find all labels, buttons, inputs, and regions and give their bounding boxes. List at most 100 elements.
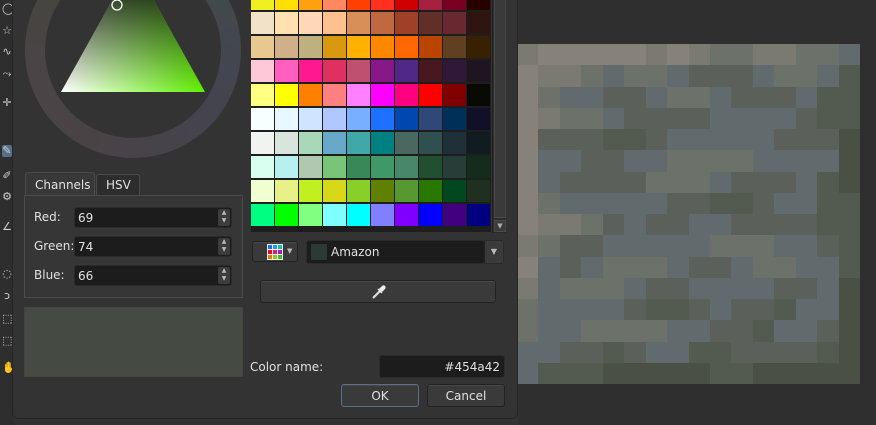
- palette-swatch[interactable]: [275, 84, 298, 106]
- palette-swatch[interactable]: [467, 36, 490, 58]
- palette-swatch[interactable]: [419, 204, 442, 226]
- palette-swatch[interactable]: [443, 180, 466, 202]
- scrollbar-thumb[interactable]: [494, 0, 506, 218]
- palette-swatch[interactable]: [467, 180, 490, 202]
- palette-swatch[interactable]: [467, 108, 490, 130]
- palette-swatch[interactable]: [299, 12, 322, 34]
- palette-swatch[interactable]: [275, 12, 298, 34]
- color-name-input[interactable]: #454a42: [379, 355, 505, 378]
- freehand-select-icon[interactable]: ↄ: [2, 290, 12, 302]
- palette-swatch[interactable]: [299, 132, 322, 154]
- tab-channels[interactable]: Channels: [25, 172, 95, 195]
- tab-hsv[interactable]: HSV: [96, 174, 140, 195]
- palette-swatch[interactable]: [443, 0, 466, 10]
- palette-swatch[interactable]: [323, 204, 346, 226]
- blue-spinbox[interactable]: 66 ▲ ▼: [74, 265, 232, 286]
- palette-swatch[interactable]: [419, 60, 442, 82]
- palette-swatch[interactable]: [443, 84, 466, 106]
- palette-swatch[interactable]: [371, 156, 394, 178]
- palette-swatch[interactable]: [323, 180, 346, 202]
- palette-swatch[interactable]: [251, 36, 274, 58]
- palette-swatch[interactable]: [275, 204, 298, 226]
- palette-swatch[interactable]: [275, 156, 298, 178]
- palette-swatch[interactable]: [371, 108, 394, 130]
- palette-swatch[interactable]: [275, 108, 298, 130]
- palette-swatch[interactable]: [251, 0, 274, 10]
- spin-arrows-icon[interactable]: ▲ ▼: [218, 267, 230, 284]
- spin-arrows-icon[interactable]: ▲ ▼: [218, 209, 230, 226]
- palette-color-combo[interactable]: Amazon ▼: [306, 240, 504, 264]
- palette-swatch[interactable]: [371, 36, 394, 58]
- contiguous-select-icon[interactable]: ⬚: [2, 313, 12, 325]
- palette-swatch[interactable]: [371, 60, 394, 82]
- palette-swatch[interactable]: [251, 204, 274, 226]
- palette-swatch[interactable]: [395, 156, 418, 178]
- palette-swatch[interactable]: [395, 204, 418, 226]
- palette-swatch[interactable]: [419, 0, 442, 10]
- palette-swatch[interactable]: [275, 60, 298, 82]
- palette-swatch[interactable]: [299, 108, 322, 130]
- palette-swatch[interactable]: [467, 84, 490, 106]
- canvas-image[interactable]: [517, 44, 860, 384]
- palette-swatch[interactable]: [467, 60, 490, 82]
- palette-swatch[interactable]: [347, 36, 370, 58]
- palette-swatch[interactable]: [395, 180, 418, 202]
- palette-swatch[interactable]: [443, 36, 466, 58]
- saturation-value-triangle[interactable]: [0, 0, 250, 110]
- ok-button[interactable]: OK: [341, 384, 419, 407]
- spin-arrows-icon[interactable]: ▲ ▼: [218, 238, 230, 255]
- palette-swatch[interactable]: [347, 12, 370, 34]
- palette-swatch[interactable]: [323, 60, 346, 82]
- palette-swatch[interactable]: [371, 180, 394, 202]
- palette-swatch[interactable]: [395, 132, 418, 154]
- palette-swatch[interactable]: [323, 132, 346, 154]
- palette-swatch[interactable]: [251, 12, 274, 34]
- palette-swatch[interactable]: [395, 36, 418, 58]
- palette-swatch[interactable]: [395, 0, 418, 10]
- palette-swatch[interactable]: [467, 204, 490, 226]
- palette-swatch[interactable]: [395, 12, 418, 34]
- palette-swatch[interactable]: [347, 84, 370, 106]
- palette-swatch[interactable]: [347, 132, 370, 154]
- pan-tool-icon[interactable]: ✋: [2, 362, 16, 374]
- palette-swatch[interactable]: [275, 36, 298, 58]
- palette-swatch[interactable]: [251, 108, 274, 130]
- palette-swatch[interactable]: [443, 156, 466, 178]
- palette-swatch[interactable]: [275, 180, 298, 202]
- palette-swatch[interactable]: [443, 132, 466, 154]
- palette-chooser-button[interactable]: ▼: [252, 241, 298, 262]
- palette-swatch[interactable]: [419, 108, 442, 130]
- palette-swatch[interactable]: [347, 0, 370, 10]
- palette-swatch[interactable]: [251, 84, 274, 106]
- palette-swatch[interactable]: [467, 132, 490, 154]
- palette-swatch[interactable]: [371, 12, 394, 34]
- chevron-down-icon[interactable]: ▼: [484, 241, 503, 263]
- measure-tool-icon[interactable]: ∠: [2, 221, 12, 233]
- color-picker-tool-icon[interactable]: ⚙: [2, 191, 12, 203]
- palette-swatch[interactable]: [299, 0, 322, 10]
- palette-swatch[interactable]: [299, 36, 322, 58]
- palette-swatch[interactable]: [347, 60, 370, 82]
- palette-swatch[interactable]: [467, 12, 490, 34]
- palette-swatch[interactable]: [371, 132, 394, 154]
- palette-swatch[interactable]: [323, 12, 346, 34]
- palette-swatch[interactable]: [395, 108, 418, 130]
- palette-swatch[interactable]: [443, 108, 466, 130]
- palette-swatch[interactable]: [419, 156, 442, 178]
- red-spinbox[interactable]: 69 ▲ ▼: [74, 207, 232, 228]
- palette-swatch[interactable]: [371, 84, 394, 106]
- palette-swatch[interactable]: [323, 108, 346, 130]
- palette-swatch[interactable]: [251, 180, 274, 202]
- palette-swatch[interactable]: [419, 36, 442, 58]
- palette-swatch[interactable]: [251, 60, 274, 82]
- palette-swatch[interactable]: [299, 60, 322, 82]
- palette-swatch[interactable]: [251, 156, 274, 178]
- palette-swatch[interactable]: [371, 204, 394, 226]
- cancel-button[interactable]: Cancel: [427, 384, 505, 407]
- palette-swatch[interactable]: [299, 156, 322, 178]
- eyedropper-button[interactable]: [260, 280, 496, 303]
- palette-swatch[interactable]: [347, 156, 370, 178]
- fill-tool-icon[interactable]: ✐: [2, 170, 12, 182]
- palette-swatch[interactable]: [299, 84, 322, 106]
- palette-swatch[interactable]: [299, 204, 322, 226]
